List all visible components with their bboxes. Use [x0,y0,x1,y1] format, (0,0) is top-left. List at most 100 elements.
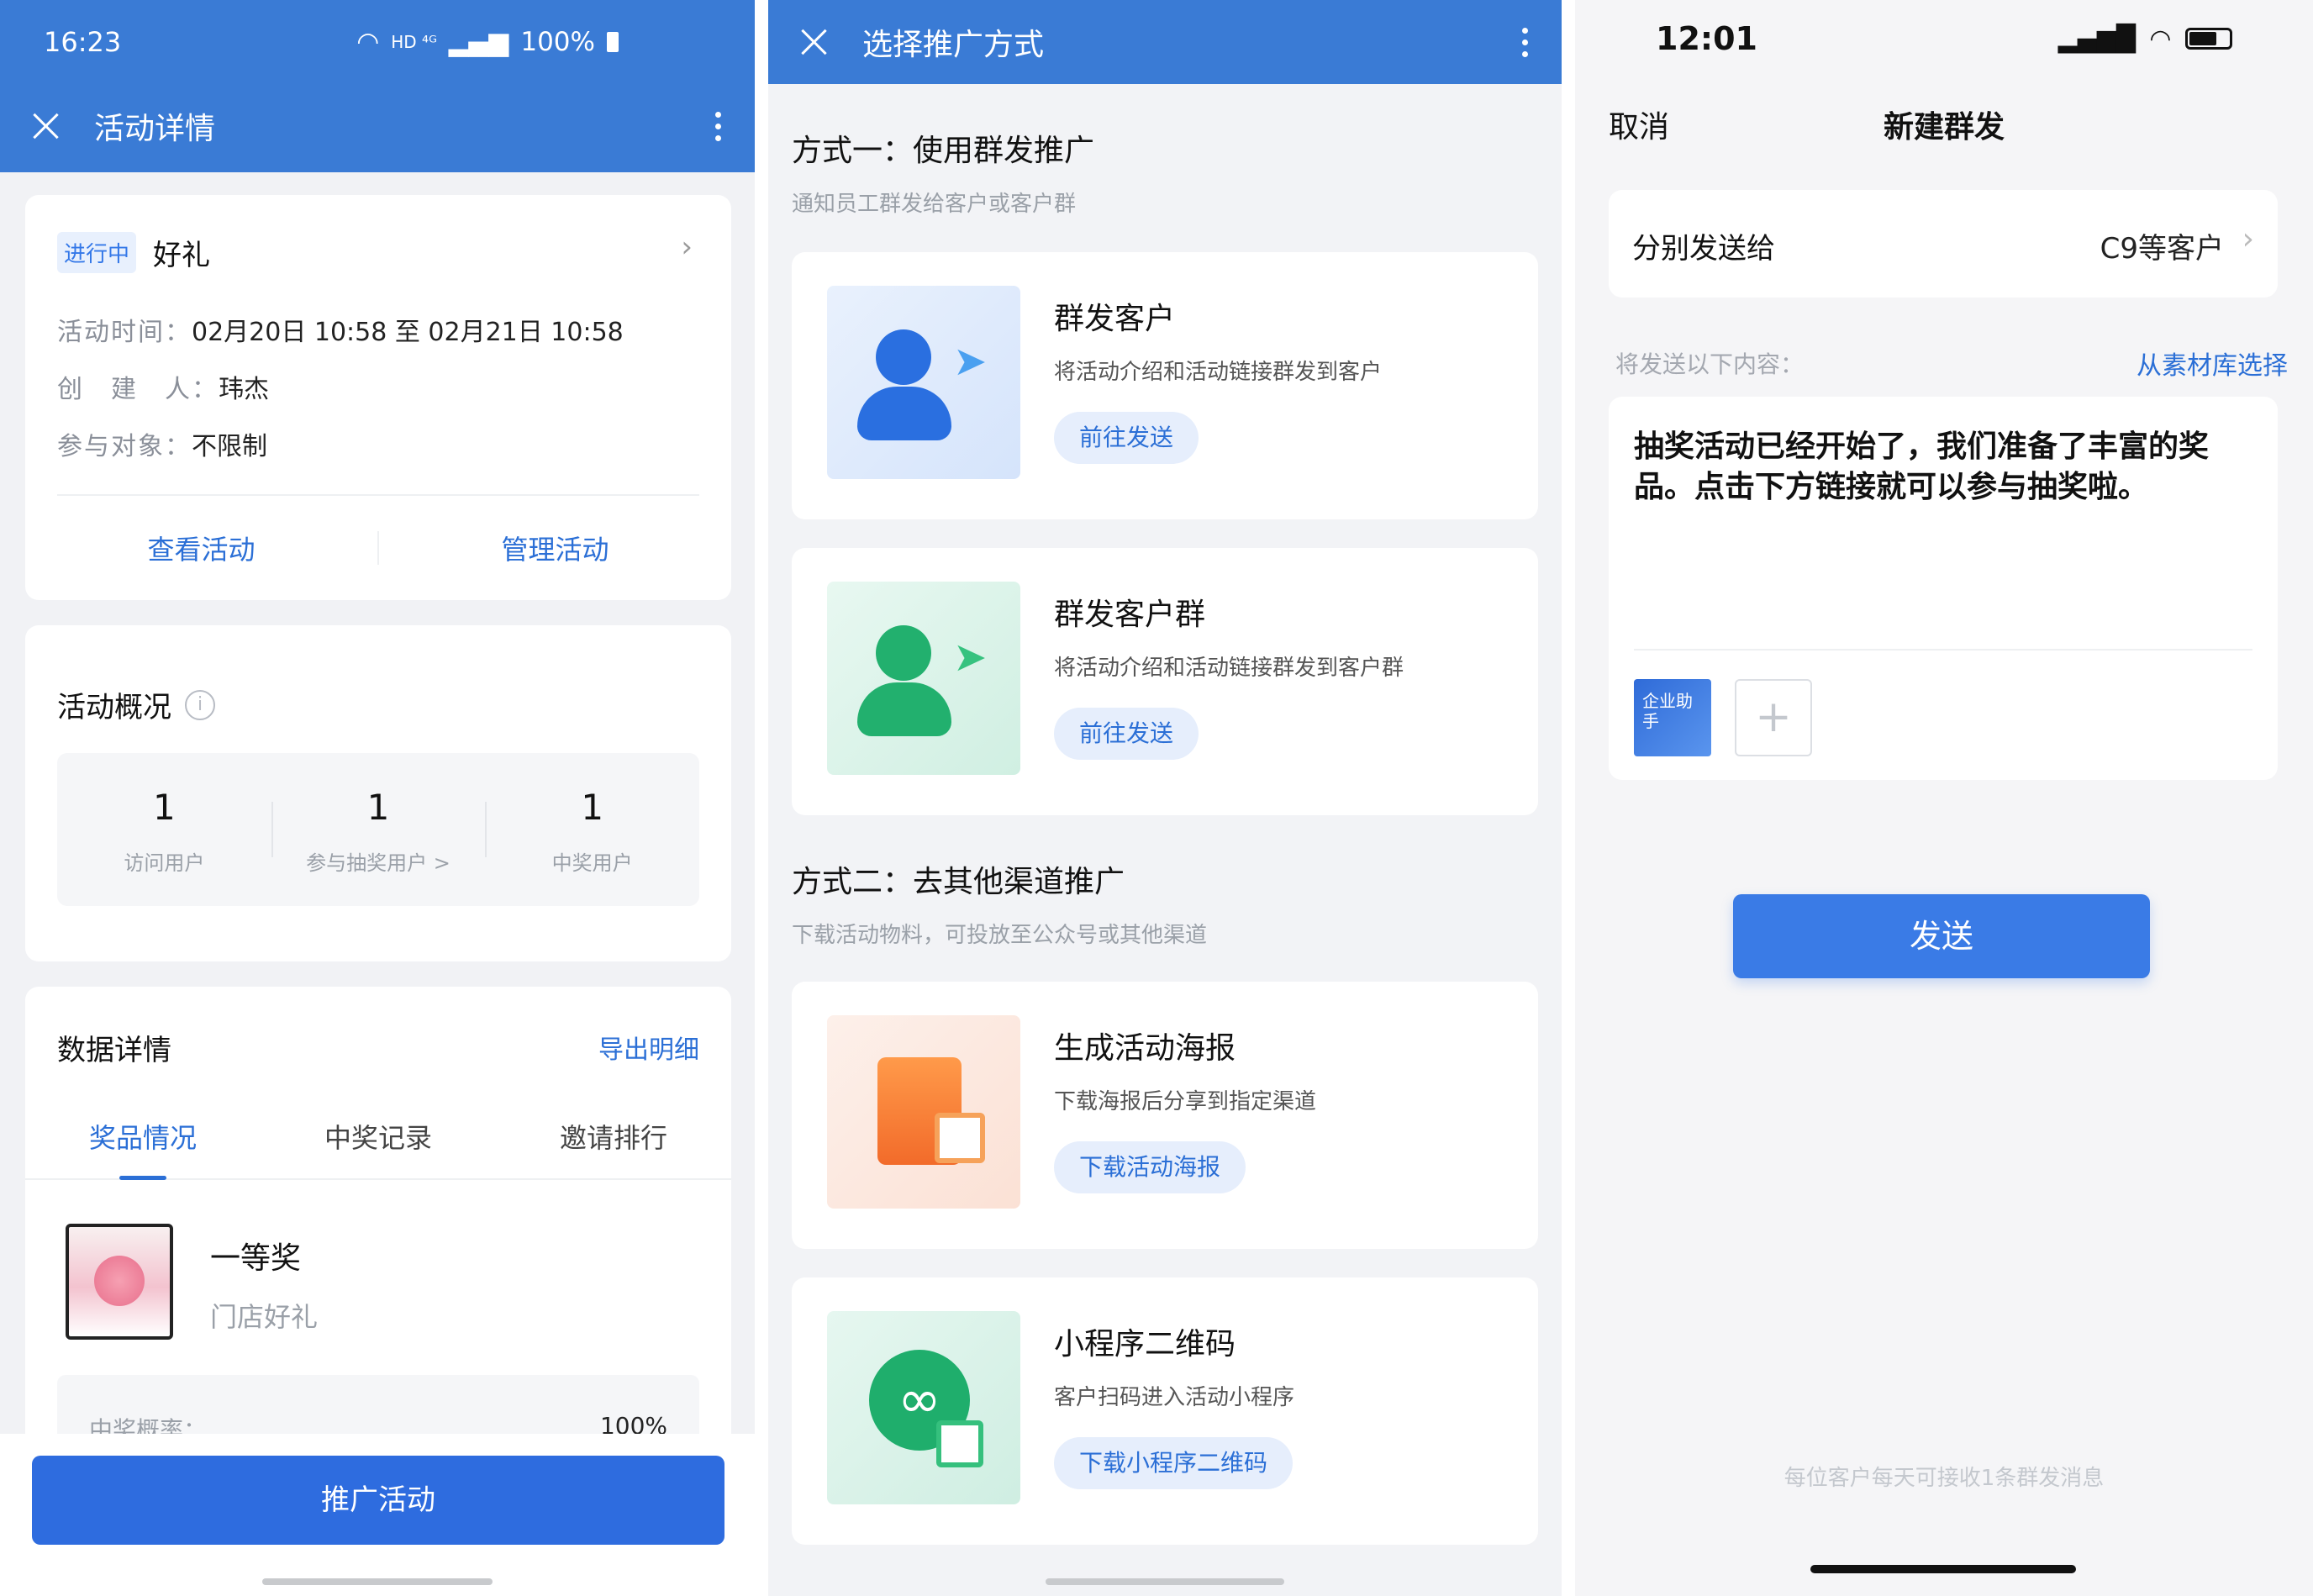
option-title: 生成活动海报 [1054,1031,1236,1066]
activity-info-card: 进行中 好礼 › 活动时间：02月20日 10:58 至 02月21日 10:5… [25,195,731,600]
option-mass-groups: ➤ 群发客户群 将活动介绍和活动链接群发到客户群 前往发送 [792,548,1538,815]
new-broadcast-screen: 12:01 ▂▄▆█ ◠ 取消 新建群发 分别发送给 C9等客户 › 将发送以下… [1575,0,2313,1596]
view-activity-link[interactable]: 查看活动 [25,529,377,567]
group-broadcast-icon: ➤ [827,582,1020,775]
status-bar: 16:23 ◠ HD ⁴ᴳ ▂▄▆ 100% [0,0,755,84]
chevron-right-icon[interactable]: › [681,230,693,264]
message-editor: 抽奖活动已经开始了，我们准备了丰富的奖品。点击下方链接就可以参与抽奖啦。 企业助… [1609,397,2278,780]
target-value: 不限制 [192,432,267,461]
network-indicator: HD ⁴ᴳ [391,32,437,52]
promotion-method-screen: 选择推广方式 方式一：使用群发推广 通知员工群发给客户或客户群 ➤ 群发客户 将… [768,0,1562,1596]
stat-winners: 1 中奖用户 [485,753,699,906]
wifi-icon: ◠ [356,27,380,57]
signal-icon: ▂▄▆ [448,27,509,57]
creator-label: 创 建 人： [57,375,219,404]
content-label: 将发送以下内容： [1615,350,1805,378]
message-textarea[interactable]: 抽奖活动已经开始了，我们准备了丰富的奖品。点击下方链接就可以参与抽奖啦。 [1634,427,2252,508]
stat-label: 中奖用户 [551,851,633,875]
link-thumbnail[interactable]: 企业助手 [1634,679,1711,756]
activity-time-value: 02月20日 10:58 至 02月21日 10:58 [192,318,624,347]
export-link[interactable]: 导出明细 [598,1029,699,1066]
status-bar: 12:01 ▂▄▆█ ◠ [1575,0,2313,77]
option-title: 群发客户 [1054,302,1176,336]
signal-icon: ▂▄▆█ [2057,24,2136,54]
stat-value: 1 [581,787,604,828]
miniprogram-icon: ∞ [827,1311,1020,1504]
customer-broadcast-icon: ➤ [827,286,1020,479]
activity-actions: 查看活动 管理活动 [25,506,731,590]
activity-time-row: 活动时间：02月20日 10:58 至 02月21日 10:58 [57,311,624,348]
thumbnail-text: 企业助手 [1642,691,1693,731]
send-button[interactable]: 发送 [1733,894,2150,978]
home-indicator [262,1578,493,1585]
stat-value: 1 [366,787,390,828]
promote-activity-button[interactable]: 推广活动 [32,1456,724,1545]
manage-activity-link[interactable]: 管理活动 [379,529,731,567]
battery-icon [607,32,619,52]
home-indicator [1810,1565,2076,1573]
option-title: 小程序二维码 [1054,1327,1236,1362]
bottom-bar: 推广活动 [0,1434,755,1596]
add-attachment-icon[interactable]: + [1735,679,1812,756]
activity-time-label: 活动时间： [57,318,192,347]
tab-invite-ranking[interactable]: 邀请排行 [496,1113,731,1178]
nav-row: 选择推广方式 [768,0,1562,84]
stat-visitors: 1 访问用户 [57,753,271,906]
go-send-button[interactable]: 前往发送 [1054,708,1199,760]
more-icon[interactable] [1522,27,1528,57]
overview-title: 活动概况 [57,691,171,724]
stat-value: 1 [152,787,176,828]
activity-detail-screen: 16:23 ◠ HD ⁴ᴳ ▂▄▆ 100% 活动详情 进行中 好礼 › 活动时… [0,0,755,1596]
page-title: 选择推广方式 [862,28,1045,62]
tab-win-records[interactable]: 中奖记录 [261,1113,496,1178]
download-poster-button[interactable]: 下载活动海报 [1054,1141,1246,1193]
poster-icon [827,1015,1020,1209]
method2-title: 方式二：去其他渠道推广 [792,865,1125,899]
option-desc: 客户扫码进入活动小程序 [1054,1385,1295,1410]
battery-level: 100% [520,27,595,57]
status-time: 12:01 [1656,20,1757,57]
material-library-link[interactable]: 从素材库选择 [2136,345,2288,382]
page-title: 新建群发 [1883,110,2005,145]
battery-icon [2185,28,2232,50]
header-bar: 选择推广方式 [768,0,1562,84]
recipient-row[interactable]: 分别发送给 C9等客户 › [1609,190,2278,298]
status-time: 16:23 [44,26,122,58]
details-tabs: 奖品情况 中奖记录 邀请排行 [25,1113,731,1180]
chevron-right-icon: › [2242,222,2254,256]
target-label: 参与对象： [57,432,192,461]
status-badge: 进行中 [57,232,137,273]
option-title: 群发客户群 [1054,598,1206,632]
stats-panel: 1 访问用户 1 参与抽奖用户 > 1 中奖用户 [57,753,699,906]
divider [1634,649,2252,651]
method2-subtitle: 下载活动物料，可投放至公众号或其他渠道 [792,923,1208,948]
go-send-button[interactable]: 前往发送 [1054,412,1199,464]
activity-header[interactable]: 进行中 好礼 [57,232,210,273]
prize-name: 一等奖 [210,1241,302,1276]
download-qr-button[interactable]: 下载小程序二维码 [1054,1437,1293,1489]
method1-title: 方式一：使用群发推广 [792,134,1095,168]
activity-name: 好礼 [153,239,211,272]
send-to-value: C9等客户 [2100,232,2224,266]
target-row: 参与对象：不限制 [57,425,267,462]
close-icon[interactable] [797,25,830,59]
overview-header: 活动概况 i [57,684,215,725]
broadcast-limit-note: 每位客户每天可接收1条群发消息 [1783,1466,2105,1491]
stat-label: 参与抽奖用户 > [306,851,450,875]
option-miniprogram-qr: ∞ 小程序二维码 客户扫码进入活动小程序 下载小程序二维码 [792,1277,1538,1545]
option-desc: 下载海报后分享到指定渠道 [1054,1089,1317,1114]
option-poster: 生成活动海报 下载海报后分享到指定渠道 下载活动海报 [792,982,1538,1249]
stat-participants[interactable]: 1 参与抽奖用户 > [271,753,486,906]
details-title: 数据详情 [57,1034,171,1067]
option-desc: 将活动介绍和活动链接群发到客户群 [1054,656,1404,681]
home-indicator [1046,1578,1284,1585]
send-to-label: 分别发送给 [1632,232,1775,266]
option-mass-customers: ➤ 群发客户 将活动介绍和活动链接群发到客户 前往发送 [792,252,1538,519]
more-icon[interactable] [715,111,721,141]
close-icon[interactable] [29,109,62,143]
divider [57,494,699,496]
page-title: 活动详情 [94,112,216,146]
tab-prizes[interactable]: 奖品情况 [25,1113,261,1180]
header-bar: 16:23 ◠ HD ⁴ᴳ ▂▄▆ 100% 活动详情 [0,0,755,172]
info-icon[interactable]: i [185,689,215,720]
